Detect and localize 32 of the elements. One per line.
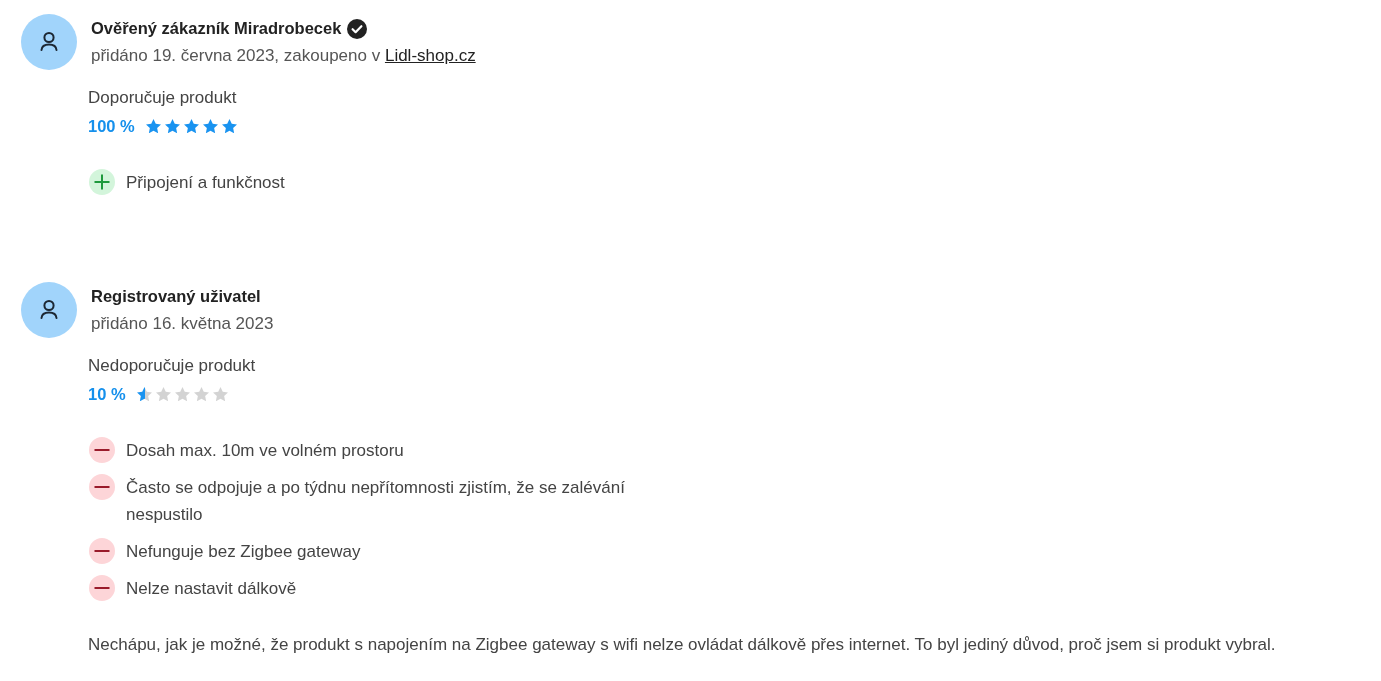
- review-point: Dosah max. 10m ve volném prostoru: [126, 440, 404, 462]
- star-icon: [155, 386, 171, 402]
- rating-percent: 100 %: [88, 116, 135, 136]
- minus-icon: [89, 538, 115, 564]
- review-point: Připojení a funkčnost: [126, 172, 285, 194]
- minus-icon: [89, 474, 115, 500]
- star-icon: [212, 386, 228, 402]
- review-date: přidáno 16. května 2023: [91, 313, 274, 335]
- minus-icon: [89, 437, 115, 463]
- author-name: Registrovaný uživatel: [91, 286, 261, 307]
- shop-link[interactable]: Lidl-shop.cz: [384, 46, 476, 65]
- user-avatar-icon: [21, 14, 77, 70]
- review-comment: Nechápu, jak je možné, že produkt s napojením na Zigbee gateway s wifi nelze ovládat dálkově přes internet. To byl jediný důvod, proč jsem si produkt vybral.: [88, 634, 1276, 656]
- star-icon: [174, 386, 190, 402]
- recommendation-label: Nedoporučuje produkt: [88, 355, 256, 377]
- star-icon: [136, 386, 152, 402]
- star-icon: [193, 386, 209, 402]
- star-icon: [202, 118, 218, 134]
- star-icon: [145, 118, 161, 134]
- author-name: Ověřený zákazník Miradrobecek: [91, 18, 342, 39]
- review-point: Nelze nastavit dálkově: [126, 578, 297, 600]
- user-avatar-icon: [21, 282, 77, 338]
- rating-percent: 10 %: [88, 384, 126, 404]
- review-date: přidáno 19. června 2023, zakoupeno v Lidl-shop.cz: [91, 45, 476, 67]
- plus-icon: [89, 169, 115, 195]
- review-point: Často se odpojuje a po týdnu nepřítomnosti zjistím, že se zalévání nespustilo: [126, 477, 626, 526]
- review-point: Nefunguje bez Zigbee gateway: [126, 541, 361, 563]
- minus-icon: [89, 575, 115, 601]
- star-icon: [221, 118, 237, 134]
- star-icon: [164, 118, 180, 134]
- recommendation-label: Doporučuje produkt: [88, 87, 237, 109]
- star-icon: [183, 118, 199, 134]
